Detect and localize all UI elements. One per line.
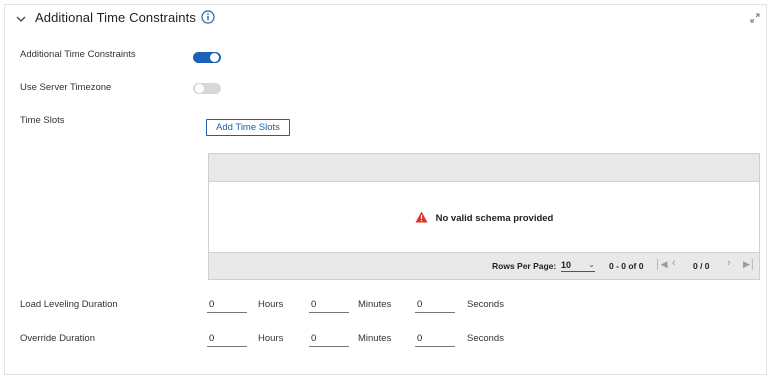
time-slots-table: No valid schema provided Rows Per Page: … (208, 153, 760, 280)
rows-per-page-label: Rows Per Page: (492, 261, 557, 271)
override-seconds-input[interactable]: 0 (415, 333, 455, 347)
load-leveling-minutes-input[interactable]: 0 (309, 299, 349, 313)
panel-header: Additional Time Constraints (5, 5, 766, 33)
section-title[interactable]: Additional Time Constraints (35, 10, 196, 25)
minutes-unit-label: Minutes (358, 333, 392, 344)
page-indicator: 0 / 0 (693, 261, 710, 271)
next-page-icon[interactable]: › (727, 257, 731, 269)
empty-message: No valid schema provided (435, 213, 554, 224)
add-time-slots-button[interactable]: Add Time Slots (206, 119, 290, 136)
hours-unit-label: Hours (258, 299, 284, 310)
expand-icon[interactable] (750, 13, 760, 23)
seconds-unit-label: Seconds (467, 299, 504, 310)
first-page-icon[interactable]: │◀ (655, 259, 668, 270)
load-leveling-duration-label: Load Leveling Duration (20, 299, 118, 310)
warning-icon (415, 211, 428, 223)
time-slots-label: Time Slots (20, 115, 65, 126)
override-minutes-input[interactable]: 0 (309, 333, 349, 347)
table-header (209, 154, 759, 182)
minutes-unit-label: Minutes (358, 299, 392, 310)
empty-state: No valid schema provided (209, 211, 759, 224)
override-duration-label: Override Duration (20, 333, 95, 344)
hours-unit-label: Hours (258, 333, 284, 344)
toggle-knob (195, 84, 204, 93)
load-leveling-hours-input[interactable]: 0 (207, 299, 247, 313)
toggle-knob (210, 53, 219, 62)
rows-per-page-select[interactable]: 10 ⌄ (561, 260, 595, 272)
previous-page-icon[interactable]: ‹ (672, 257, 676, 269)
use-server-timezone-toggle[interactable] (193, 83, 221, 94)
additional-time-constraints-toggle[interactable] (193, 52, 221, 63)
seconds-unit-label: Seconds (467, 333, 504, 344)
last-page-icon[interactable]: ▶│ (743, 259, 756, 270)
chevron-down-icon[interactable] (15, 13, 27, 25)
info-icon[interactable] (201, 10, 215, 24)
table-pagination: Rows Per Page: 10 ⌄ 0 - 0 of 0 │◀ ‹ 0 / … (209, 252, 759, 279)
override-hours-input[interactable]: 0 (207, 333, 247, 347)
chevron-down-icon: ⌄ (588, 260, 595, 269)
additional-time-constraints-panel: Additional Time Constraints Additional T… (4, 4, 767, 375)
use-server-timezone-label: Use Server Timezone (20, 82, 112, 93)
additional-time-constraints-label: Additional Time Constraints (20, 49, 136, 60)
pagination-range: 0 - 0 of 0 (609, 261, 644, 271)
rows-per-page-value: 10 (561, 260, 572, 270)
load-leveling-seconds-input[interactable]: 0 (415, 299, 455, 313)
